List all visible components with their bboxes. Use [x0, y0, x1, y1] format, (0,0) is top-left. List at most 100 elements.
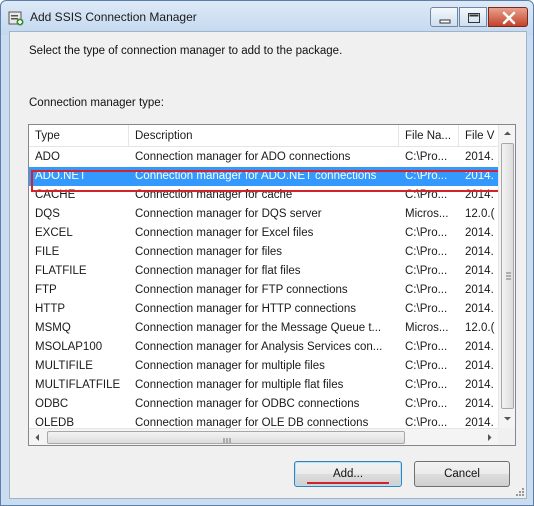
cell-file: C:\Pro... — [405, 379, 448, 391]
cell-file: C:\Pro... — [405, 284, 448, 296]
scroll-right-icon[interactable] — [485, 433, 494, 442]
cell-description: Connection manager for ODBC connections — [135, 398, 360, 410]
add-button-underline-annotation — [307, 482, 389, 484]
list-row[interactable]: ODBC Connection manager for ODBC connecti… — [29, 395, 498, 414]
cell-version: 2014. — [465, 189, 494, 201]
cell-version: 2014. — [465, 265, 494, 277]
cell-description: Connection manager for flat files — [135, 265, 301, 277]
cell-description: Connection manager for Excel files — [135, 227, 314, 239]
vertical-scroll-thumb[interactable] — [501, 143, 514, 409]
cell-description: Connection manager for Analysis Services… — [135, 341, 383, 353]
list-row[interactable]: ADO Connection manager for ADO connection… — [29, 148, 498, 167]
cell-type: ADO.NET — [35, 170, 87, 182]
app-icon — [8, 11, 24, 26]
list-row[interactable]: MSOLAP100 Connection manager for Analysis… — [29, 338, 498, 357]
cell-file: C:\Pro... — [405, 360, 448, 372]
cell-description: Connection manager for ADO connections — [135, 151, 351, 163]
scroll-down-icon[interactable] — [503, 414, 512, 423]
grip-icon — [506, 272, 511, 280]
grip-icon — [223, 438, 231, 443]
cell-version: 2014. — [465, 341, 494, 353]
cell-type: HTTP — [35, 303, 66, 315]
cell-type: MSOLAP100 — [35, 341, 103, 353]
list-row[interactable]: MULTIFLATFILE Connection manager for mult… — [29, 376, 498, 395]
vertical-scrollbar[interactable] — [498, 125, 515, 428]
close-button[interactable] — [488, 7, 528, 27]
cell-version: 2014. — [465, 246, 494, 258]
cell-file: C:\Pro... — [405, 151, 448, 163]
cell-type: FLATFILE — [35, 265, 87, 277]
scroll-up-icon[interactable] — [503, 129, 512, 138]
cell-file: C:\Pro... — [405, 398, 448, 410]
maximize-icon — [468, 13, 480, 23]
list-row[interactable]: HTTP Connection manager for HTTP connecti… — [29, 300, 498, 319]
cancel-button[interactable]: Cancel — [414, 461, 510, 487]
cell-file: C:\Pro... — [405, 303, 448, 315]
cell-type: CACHE — [35, 189, 76, 201]
cell-type: ODBC — [35, 398, 69, 410]
cell-type: EXCEL — [35, 227, 73, 239]
cell-description: Connection manager for cache — [135, 189, 293, 201]
minimize-button[interactable] — [430, 7, 458, 27]
cell-version: 2014. — [465, 284, 494, 296]
column-description[interactable]: Description — [129, 125, 399, 147]
cell-description: Connection manager for HTTP connections — [135, 303, 356, 315]
list-row[interactable]: MSMQ Connection manager for the Message Q… — [29, 319, 498, 338]
cell-type: MSMQ — [35, 322, 71, 334]
cell-description: Connection manager for FTP connections — [135, 284, 348, 296]
cell-file: C:\Pro... — [405, 189, 448, 201]
cell-version: 12.0.( — [465, 322, 495, 334]
list-row[interactable]: ADO.NET Connection manager for ADO.NET co… — [29, 167, 498, 186]
close-icon — [502, 11, 516, 25]
cell-description: Connection manager for multiple flat fil… — [135, 379, 344, 391]
cell-description: Connection manager for the Message Queue… — [135, 322, 382, 334]
list-row[interactable]: FLATFILE Connection manager for flat file… — [29, 262, 498, 281]
list-row[interactable]: EXCEL Connection manager for Excel files C… — [29, 224, 498, 243]
dialog-client: Select the type of connection manager to… — [9, 31, 527, 499]
cell-file: C:\Pro... — [405, 170, 448, 182]
cell-description: Connection manager for multiple files — [135, 360, 325, 372]
cell-version: 2014. — [465, 303, 494, 315]
cell-file: C:\Pro... — [405, 265, 448, 277]
cell-version: 12.0.( — [465, 208, 495, 220]
list-row[interactable]: MULTIFILE Connection manager for multiple… — [29, 357, 498, 376]
minimize-icon — [439, 19, 451, 24]
cell-file: C:\Pro... — [405, 341, 448, 353]
cell-type: DQS — [35, 208, 60, 220]
cell-description: Connection manager for OLE DB connection… — [135, 417, 369, 429]
cell-version: 2014. — [465, 360, 494, 372]
list-row[interactable]: DQS Connection manager for DQS server Micr… — [29, 205, 498, 224]
list-row[interactable]: FTP Connection manager for FTP connection… — [29, 281, 498, 300]
cell-version: 2014. — [465, 227, 494, 239]
cell-version: 2014. — [465, 417, 494, 429]
scroll-left-icon[interactable] — [33, 433, 42, 442]
cell-version: 2014. — [465, 170, 494, 182]
cell-description: Connection manager for ADO.NET connectio… — [135, 170, 377, 182]
column-file-version[interactable]: File V — [459, 125, 498, 147]
connection-manager-list[interactable]: Type Description File Na... File V ADO Co… — [28, 124, 516, 446]
cell-version: 2014. — [465, 151, 494, 163]
cell-type: OLEDB — [35, 417, 74, 429]
horizontal-scroll-thumb[interactable] — [47, 431, 405, 444]
list-row[interactable]: FILE Connection manager for files C:\Pro..… — [29, 243, 498, 262]
cell-file: C:\Pro... — [405, 417, 448, 429]
cell-description: Connection manager for DQS server — [135, 208, 322, 220]
maximize-button[interactable] — [459, 7, 487, 27]
column-type[interactable]: Type — [29, 125, 129, 147]
cell-type: ADO — [35, 151, 60, 163]
title-bar[interactable]: Add SSIS Connection Manager — [1, 1, 533, 35]
cell-type: MULTIFLATFILE — [35, 379, 121, 391]
cell-file: C:\Pro... — [405, 227, 448, 239]
horizontal-scrollbar[interactable] — [29, 428, 498, 445]
cell-version: 2014. — [465, 398, 494, 410]
cell-type: FILE — [35, 246, 60, 258]
cell-file: C:\Pro... — [405, 246, 448, 258]
column-file-name[interactable]: File Na... — [399, 125, 459, 147]
cell-file: Micros... — [405, 208, 449, 220]
cell-version: 2014. — [465, 379, 494, 391]
list-header: Type Description File Na... File V — [29, 125, 498, 147]
dialog-window: Add SSIS Connection Manager Select the t… — [0, 0, 534, 506]
list-row[interactable]: OLEDB Connection manager for OLE DB conne… — [29, 414, 498, 429]
list-row[interactable]: CACHE Connection manager for cache C:\Pro.… — [29, 186, 498, 205]
size-grip-icon[interactable] — [515, 487, 525, 497]
